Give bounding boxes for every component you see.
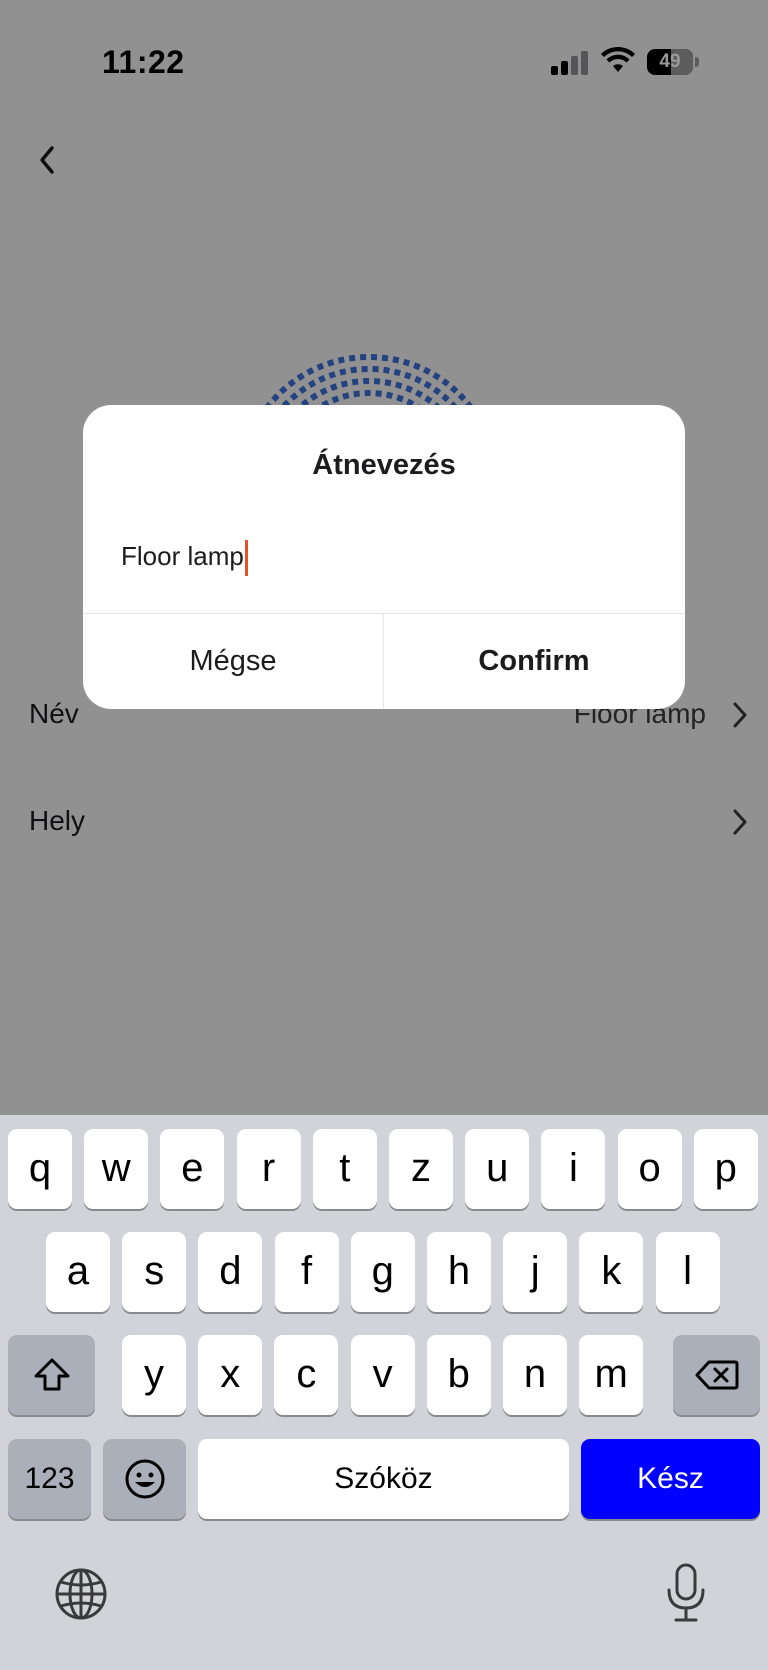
key-g[interactable]: g (350, 1232, 415, 1312)
key-q[interactable]: q (8, 1129, 72, 1209)
numbers-key[interactable]: 123 (8, 1439, 91, 1519)
name-input[interactable]: Floor lamp (121, 533, 647, 579)
shift-key[interactable] (8, 1335, 95, 1415)
rename-dialog: Átnevezés Floor lamp Mégse Confirm (83, 405, 685, 709)
key-w[interactable]: w (84, 1129, 149, 1209)
key-v[interactable]: v (350, 1335, 415, 1415)
shift-icon (34, 1358, 69, 1391)
dialog-title: Átnevezés (312, 449, 456, 481)
key-j[interactable]: j (503, 1232, 568, 1312)
keyboard: qwertzuiop asdfghjkl yxcvbnm 123 Szóköz … (0, 1115, 768, 1670)
key-t[interactable]: t (312, 1129, 377, 1209)
key-h[interactable]: h (427, 1232, 491, 1312)
key-l[interactable]: l (655, 1232, 720, 1312)
key-d[interactable]: d (198, 1232, 263, 1312)
name-input-value: Floor lamp (121, 541, 244, 571)
key-m[interactable]: m (579, 1335, 644, 1415)
microphone-icon[interactable] (666, 1562, 706, 1624)
key-c[interactable]: c (274, 1335, 339, 1415)
key-s[interactable]: s (122, 1232, 187, 1312)
key-n[interactable]: n (503, 1335, 567, 1415)
done-key[interactable]: Kész (581, 1439, 760, 1519)
key-i[interactable]: i (541, 1129, 606, 1209)
key-b[interactable]: b (426, 1335, 491, 1415)
key-p[interactable]: p (693, 1129, 758, 1209)
key-a[interactable]: a (46, 1232, 110, 1312)
backspace-key[interactable] (673, 1335, 760, 1415)
key-y[interactable]: y (122, 1335, 186, 1415)
space-key[interactable]: Szóköz (198, 1439, 569, 1519)
key-z[interactable]: z (389, 1129, 453, 1209)
key-f[interactable]: f (274, 1232, 339, 1312)
emoji-icon (125, 1459, 164, 1499)
key-k[interactable]: k (579, 1232, 644, 1312)
key-x[interactable]: x (198, 1335, 263, 1415)
confirm-button[interactable]: Confirm (384, 614, 684, 709)
key-o[interactable]: o (617, 1129, 682, 1209)
globe-icon[interactable] (54, 1567, 108, 1621)
key-u[interactable]: u (465, 1129, 530, 1209)
key-e[interactable]: e (160, 1129, 225, 1209)
key-r[interactable]: r (236, 1129, 301, 1209)
cancel-button[interactable]: Mégse (83, 614, 383, 709)
emoji-key[interactable] (103, 1439, 186, 1519)
backspace-icon (695, 1360, 738, 1390)
text-caret (244, 540, 248, 577)
